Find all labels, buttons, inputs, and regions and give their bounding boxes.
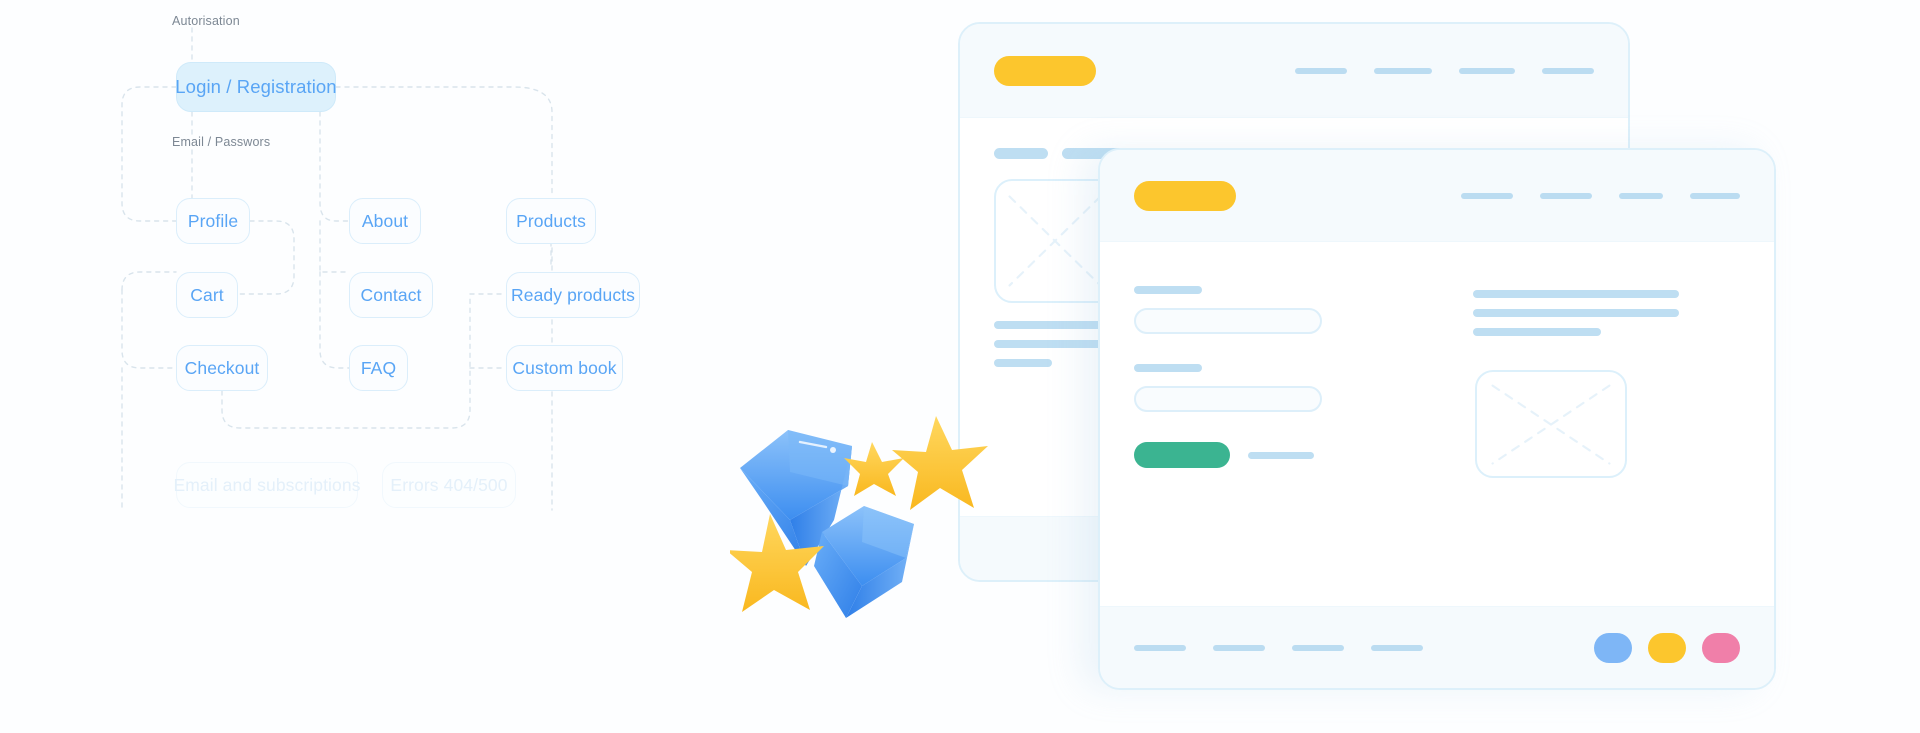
field-1-label xyxy=(1134,286,1202,294)
foot-dash-4[interactable] xyxy=(1371,644,1423,651)
front-window-header xyxy=(1100,150,1774,242)
front-side-panel xyxy=(1473,286,1740,478)
nav-dash-2[interactable] xyxy=(1540,192,1592,199)
illustration-canvas: Autorisation Email / Passwors Login / Re… xyxy=(0,0,1920,733)
sitemap-node-login-registration[interactable]: Login / Registration xyxy=(175,62,337,112)
back-window-nav xyxy=(1295,67,1594,74)
field-2-input[interactable] xyxy=(1134,386,1322,412)
breadcrumb-item-1[interactable] xyxy=(994,148,1048,159)
sitemap-node-errors-404-500[interactable]: Errors 404/500 xyxy=(382,462,516,508)
placeholder-cross-icon xyxy=(1008,195,1102,287)
logo-pill[interactable] xyxy=(1134,180,1236,211)
logo-pill[interactable] xyxy=(994,55,1096,86)
annotation-email-passwords: Email / Passwors xyxy=(172,135,271,149)
nav-dash-1[interactable] xyxy=(1295,67,1347,74)
placeholder-cross-icon xyxy=(1491,384,1611,465)
front-window-nav xyxy=(1461,192,1740,199)
social-pink[interactable] xyxy=(1702,632,1740,663)
nav-dash-4[interactable] xyxy=(1542,67,1594,74)
browser-mockups xyxy=(730,0,1920,733)
foot-dash-2[interactable] xyxy=(1213,644,1265,651)
front-text-lines xyxy=(1473,290,1740,336)
sitemap-connectors xyxy=(121,27,553,511)
field-2-label xyxy=(1134,364,1202,372)
front-line-3 xyxy=(1473,328,1601,336)
front-image-placeholder xyxy=(1475,370,1627,478)
sitemap-node-ready-products[interactable]: Ready products xyxy=(506,272,640,318)
back-line-3 xyxy=(994,359,1052,367)
social-blue[interactable] xyxy=(1594,632,1632,663)
nav-dash-3[interactable] xyxy=(1619,192,1663,199)
foot-dash-1[interactable] xyxy=(1134,644,1186,651)
nav-dash-4[interactable] xyxy=(1690,192,1740,199)
sitemap-node-products[interactable]: Products xyxy=(506,198,596,244)
field-1-input[interactable] xyxy=(1134,308,1322,334)
nav-dash-3[interactable] xyxy=(1459,67,1515,74)
sitemap-node-custom-book[interactable]: Custom book xyxy=(506,345,623,391)
sitemap-node-contact[interactable]: Contact xyxy=(349,272,433,318)
sitemap-node-checkout[interactable]: Checkout xyxy=(176,345,268,391)
signup-form xyxy=(1134,286,1439,478)
footer-links xyxy=(1134,644,1423,651)
front-line-1 xyxy=(1473,290,1679,298)
annotation-autorisation: Autorisation xyxy=(172,14,240,28)
submit-row xyxy=(1134,442,1439,468)
sitemap-node-cart[interactable]: Cart xyxy=(176,272,238,318)
social-links xyxy=(1594,632,1740,663)
sitemap-diagram: Autorisation Email / Passwors Login / Re… xyxy=(0,0,880,733)
front-window-footer xyxy=(1100,606,1774,688)
nav-dash-1[interactable] xyxy=(1461,192,1513,199)
social-yellow[interactable] xyxy=(1648,632,1686,663)
foot-dash-3[interactable] xyxy=(1292,644,1344,651)
front-browser-window xyxy=(1098,148,1776,690)
front-window-body xyxy=(1100,242,1774,478)
sitemap-node-faq[interactable]: FAQ xyxy=(349,345,408,391)
nav-dash-2[interactable] xyxy=(1374,67,1432,74)
sitemap-node-about[interactable]: About xyxy=(349,198,421,244)
submit-note xyxy=(1248,451,1314,459)
back-window-header xyxy=(960,24,1628,118)
sitemap-node-profile[interactable]: Profile xyxy=(176,198,250,244)
submit-button[interactable] xyxy=(1134,442,1230,468)
sitemap-node-email-and-subscriptions[interactable]: Email and subscriptions xyxy=(173,462,360,508)
front-line-2 xyxy=(1473,309,1679,317)
